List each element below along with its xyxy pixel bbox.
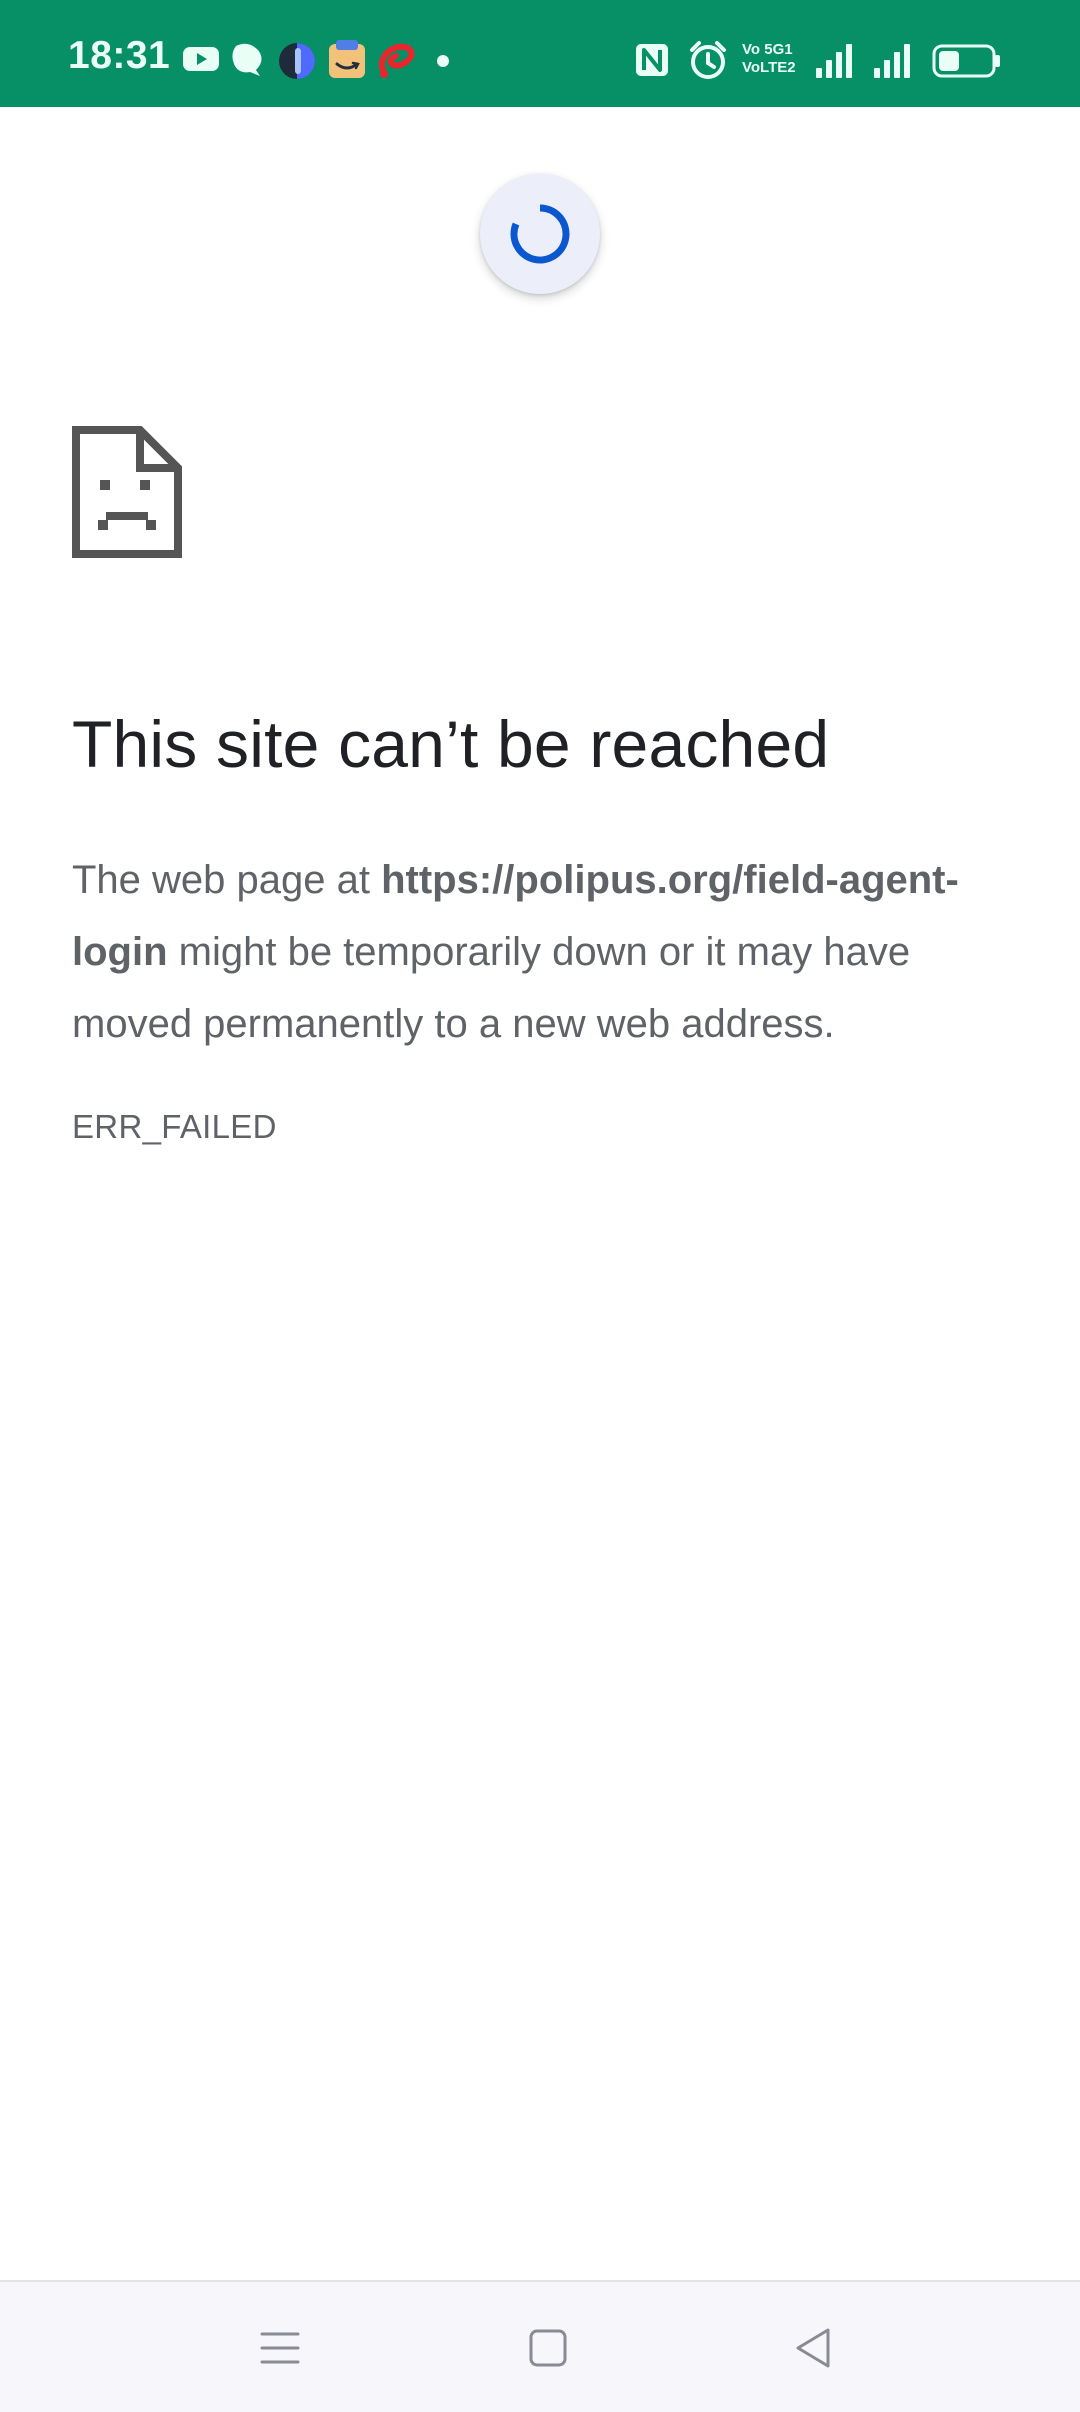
error-message: The web page at https://polipus.org/fiel… bbox=[72, 844, 1012, 1060]
signal-sim2-icon bbox=[874, 44, 910, 78]
volte-line-2: VoLTE2 bbox=[742, 59, 796, 76]
alarm-icon bbox=[690, 41, 726, 79]
loading-spinner bbox=[480, 174, 600, 294]
error-message-suffix: might be temporarily down or it may have… bbox=[72, 930, 911, 1046]
volte-icon: Vo 5G1 VoLTE2 bbox=[742, 42, 802, 78]
battery-icon bbox=[932, 44, 1000, 78]
error-code: ERR_FAILED bbox=[72, 1108, 277, 1145]
youtube-icon bbox=[183, 47, 219, 71]
status-time: 18:31 bbox=[68, 34, 171, 77]
home-icon[interactable] bbox=[524, 2324, 572, 2372]
status-bar: 18:31 Vo 5G1 VoLTE2 bbox=[0, 0, 1080, 107]
error-title: This site can’t be reached bbox=[72, 707, 830, 781]
screen: 18:31 Vo 5G1 VoLTE2 This site can’t be r… bbox=[0, 0, 1080, 2412]
nfc-icon bbox=[636, 44, 668, 76]
airtel-icon bbox=[378, 43, 415, 78]
signal-sim1-icon bbox=[816, 44, 852, 78]
volte-line-1: Vo 5G1 bbox=[742, 41, 793, 58]
half-circle-app-icon bbox=[279, 43, 315, 79]
chat-bubble-icon bbox=[232, 43, 262, 76]
navigation-bar bbox=[0, 2280, 1080, 2412]
sad-document-icon bbox=[72, 426, 182, 558]
spinner-icon bbox=[510, 204, 570, 264]
menu-icon[interactable] bbox=[256, 2324, 304, 2372]
error-message-prefix: The web page at bbox=[72, 858, 382, 902]
back-icon[interactable] bbox=[790, 2324, 838, 2372]
more-dot-icon bbox=[437, 55, 449, 67]
amazon-icon bbox=[329, 40, 365, 78]
system-icons: Vo 5G1 VoLTE2 bbox=[634, 38, 1024, 82]
